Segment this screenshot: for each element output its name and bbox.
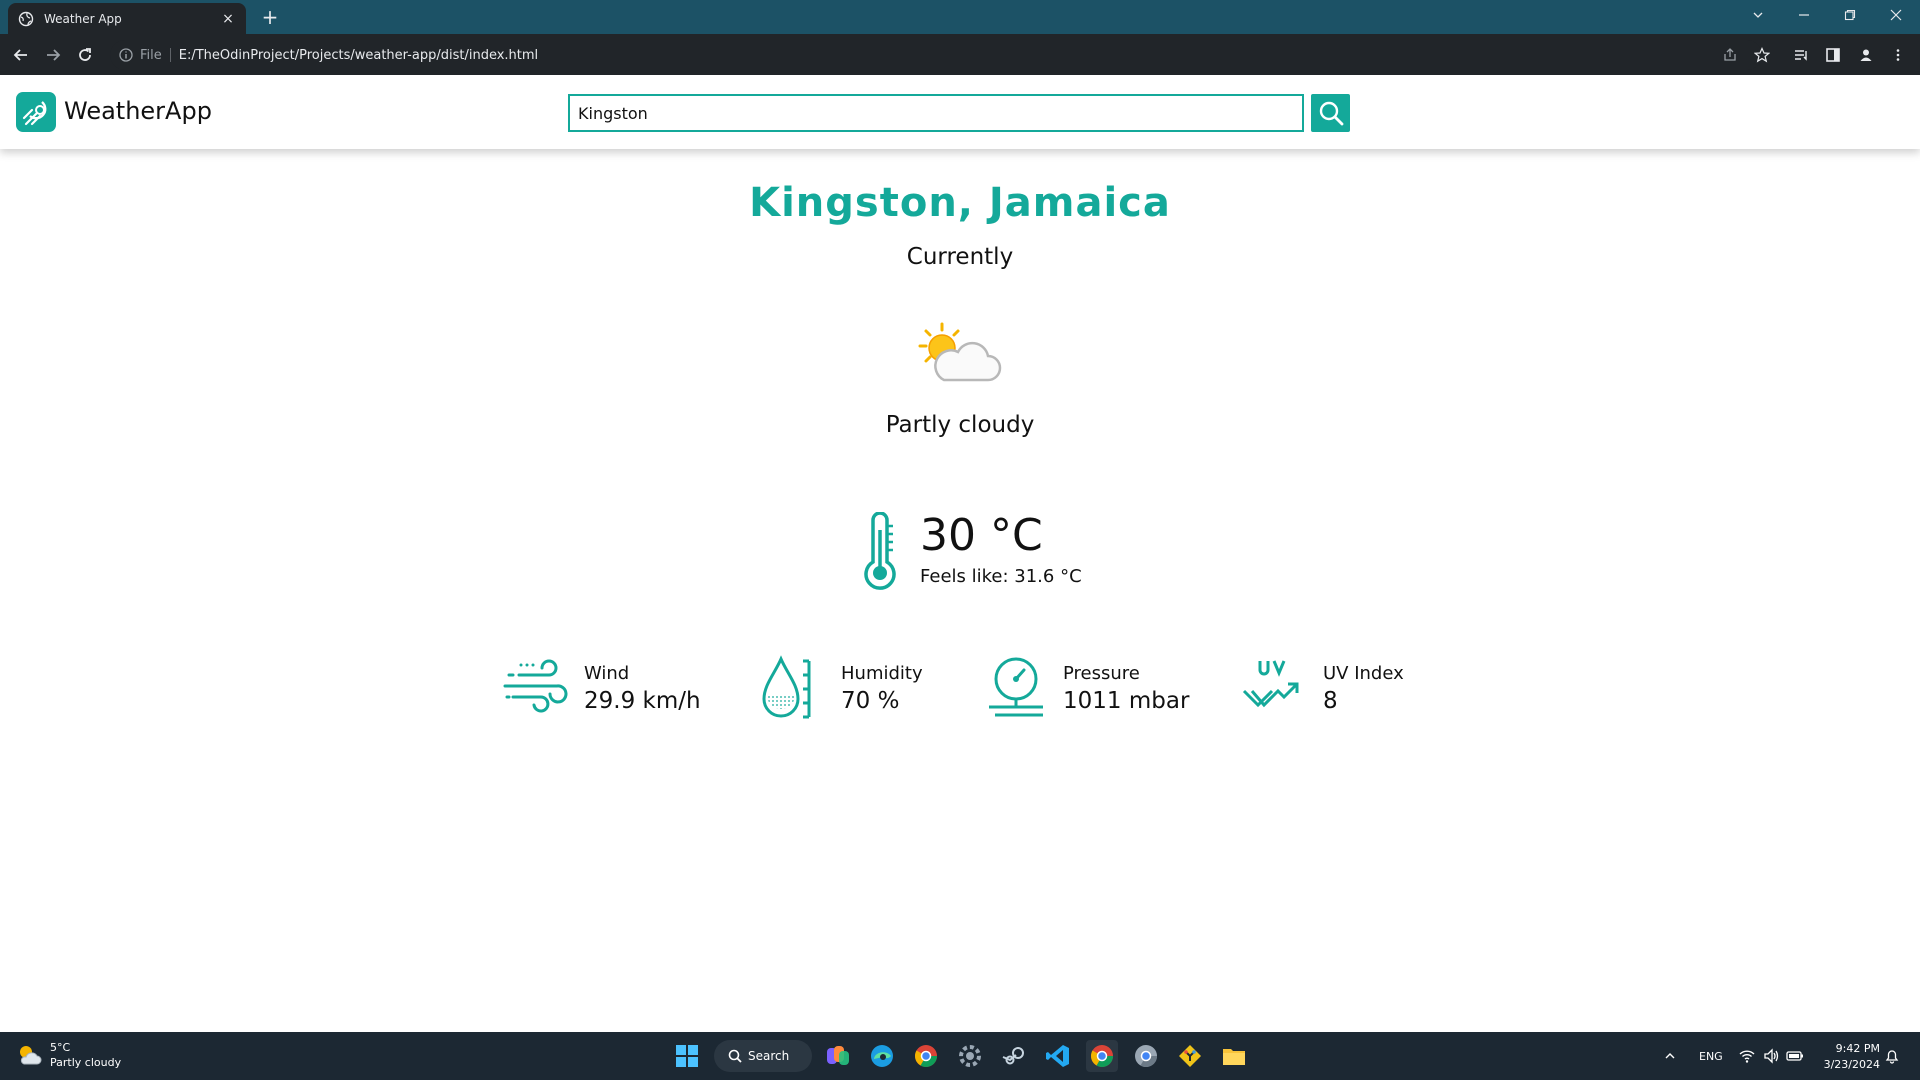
url-scheme: File bbox=[140, 47, 162, 63]
pressure-icon bbox=[987, 655, 1053, 721]
reading-list-icon[interactable] bbox=[1790, 44, 1812, 66]
tab-title: Weather App bbox=[44, 11, 122, 26]
taskbar: 5°C Partly cloudy Search ENG 9:42 PM 3/2… bbox=[0, 1032, 1920, 1080]
uv-value: 8 bbox=[1323, 688, 1338, 714]
thermometer-icon bbox=[857, 511, 903, 592]
info-icon[interactable] bbox=[118, 47, 134, 63]
search-icon bbox=[728, 1049, 742, 1063]
taskbar-weather-widget[interactable]: 5°C Partly cloudy bbox=[16, 1040, 121, 1070]
tab-search-icon[interactable] bbox=[1736, 0, 1780, 30]
feels-like-label: Feels like: bbox=[920, 566, 1009, 587]
humidity-stat: Humidity 70 % bbox=[759, 655, 959, 725]
volume-icon[interactable] bbox=[1759, 1040, 1783, 1072]
tray-chevron-up-icon[interactable] bbox=[1658, 1040, 1682, 1072]
clock-time: 9:42 PM bbox=[1835, 1042, 1880, 1055]
taskbar-search-label: Search bbox=[748, 1049, 790, 1063]
condition-text: Partly cloudy bbox=[885, 412, 1035, 438]
uv-label: UV Index bbox=[1323, 663, 1404, 684]
battery-icon[interactable] bbox=[1783, 1040, 1807, 1072]
chrome-profile-icon[interactable] bbox=[910, 1040, 942, 1072]
new-tab-button[interactable]: + bbox=[258, 6, 282, 30]
temperature-value: 30 °C bbox=[920, 510, 1043, 561]
search-button[interactable] bbox=[1311, 94, 1350, 132]
git-kraken-icon[interactable] bbox=[1174, 1040, 1206, 1072]
brand-name: WeatherApp bbox=[64, 97, 212, 125]
wind-value: 29.9 km/h bbox=[584, 688, 701, 714]
steam-icon[interactable] bbox=[998, 1040, 1030, 1072]
partly-cloudy-icon bbox=[20, 1046, 42, 1065]
wind-label: Wind bbox=[584, 663, 630, 684]
location-title: Kingston, Jamaica bbox=[749, 180, 1171, 226]
browser-toolbar: File E:/TheOdinProject/Projects/weather-… bbox=[0, 34, 1920, 75]
humidity-label: Humidity bbox=[841, 663, 923, 684]
reload-icon[interactable] bbox=[72, 42, 98, 68]
close-window-icon[interactable] bbox=[1874, 0, 1918, 30]
restore-icon[interactable] bbox=[1828, 0, 1872, 30]
pressure-stat: Pressure 1011 mbar bbox=[987, 655, 1207, 725]
edge-icon[interactable] bbox=[866, 1040, 898, 1072]
globe-icon bbox=[18, 11, 34, 27]
more-menu-icon[interactable] bbox=[1887, 44, 1909, 66]
chrome-dev-icon[interactable] bbox=[1130, 1040, 1162, 1072]
clock-date: 3/23/2024 bbox=[1823, 1058, 1880, 1071]
humidity-icon bbox=[759, 655, 825, 721]
forward-icon[interactable] bbox=[40, 42, 66, 68]
chrome-icon[interactable] bbox=[1086, 1040, 1118, 1072]
file-explorer-icon[interactable] bbox=[1218, 1040, 1250, 1072]
bookmark-star-icon[interactable] bbox=[1751, 44, 1773, 66]
uv-icon bbox=[1240, 655, 1306, 721]
browser-tab[interactable]: Weather App × bbox=[8, 3, 246, 34]
tab-close-icon[interactable]: × bbox=[220, 11, 236, 27]
search-icon bbox=[1319, 101, 1343, 126]
wifi-icon[interactable] bbox=[1735, 1040, 1759, 1072]
notification-bell-icon[interactable] bbox=[1880, 1040, 1904, 1072]
taskbar-search[interactable]: Search bbox=[714, 1040, 812, 1072]
address-bar[interactable]: File E:/TheOdinProject/Projects/weather-… bbox=[110, 40, 1762, 70]
app-header: WeatherApp bbox=[0, 75, 1920, 149]
period-label: Currently bbox=[906, 244, 1014, 270]
partly-cloudy-icon bbox=[914, 318, 1004, 388]
windows-start-icon[interactable] bbox=[671, 1040, 703, 1072]
back-icon[interactable] bbox=[8, 42, 34, 68]
copilot-icon[interactable] bbox=[822, 1040, 854, 1072]
humidity-value: 70 % bbox=[841, 688, 900, 714]
omnibox-divider bbox=[169, 48, 171, 62]
taskbar-clock[interactable]: 9:42 PM 3/23/2024 bbox=[1810, 1041, 1880, 1073]
wind-icon bbox=[503, 655, 569, 721]
feels-like-value: 31.6 °C bbox=[1014, 566, 1082, 587]
url-text[interactable]: E:/TheOdinProject/Projects/weather-app/d… bbox=[179, 48, 538, 63]
wind-stat: Wind 29.9 km/h bbox=[503, 655, 703, 725]
share-icon[interactable] bbox=[1719, 44, 1741, 66]
taskbar-weather-temp: 5°C bbox=[50, 1041, 71, 1054]
profile-icon[interactable] bbox=[1855, 44, 1877, 66]
pressure-value: 1011 mbar bbox=[1063, 688, 1190, 714]
language-indicator[interactable]: ENG bbox=[1699, 1050, 1723, 1063]
browser-tab-bar: Weather App × + bbox=[0, 0, 1920, 34]
weather-logo-icon bbox=[16, 92, 56, 132]
uv-stat: UV Index 8 bbox=[1240, 655, 1420, 725]
taskbar-weather-condition: Partly cloudy bbox=[50, 1056, 122, 1069]
side-panel-icon[interactable] bbox=[1822, 44, 1844, 66]
city-search-input[interactable] bbox=[568, 94, 1304, 132]
settings-gear-icon[interactable] bbox=[954, 1040, 986, 1072]
vscode-icon[interactable] bbox=[1042, 1040, 1074, 1072]
minimize-icon[interactable] bbox=[1782, 0, 1826, 30]
pressure-label: Pressure bbox=[1063, 663, 1140, 684]
feels-like: Feels like: 31.6 °C bbox=[920, 566, 1082, 587]
